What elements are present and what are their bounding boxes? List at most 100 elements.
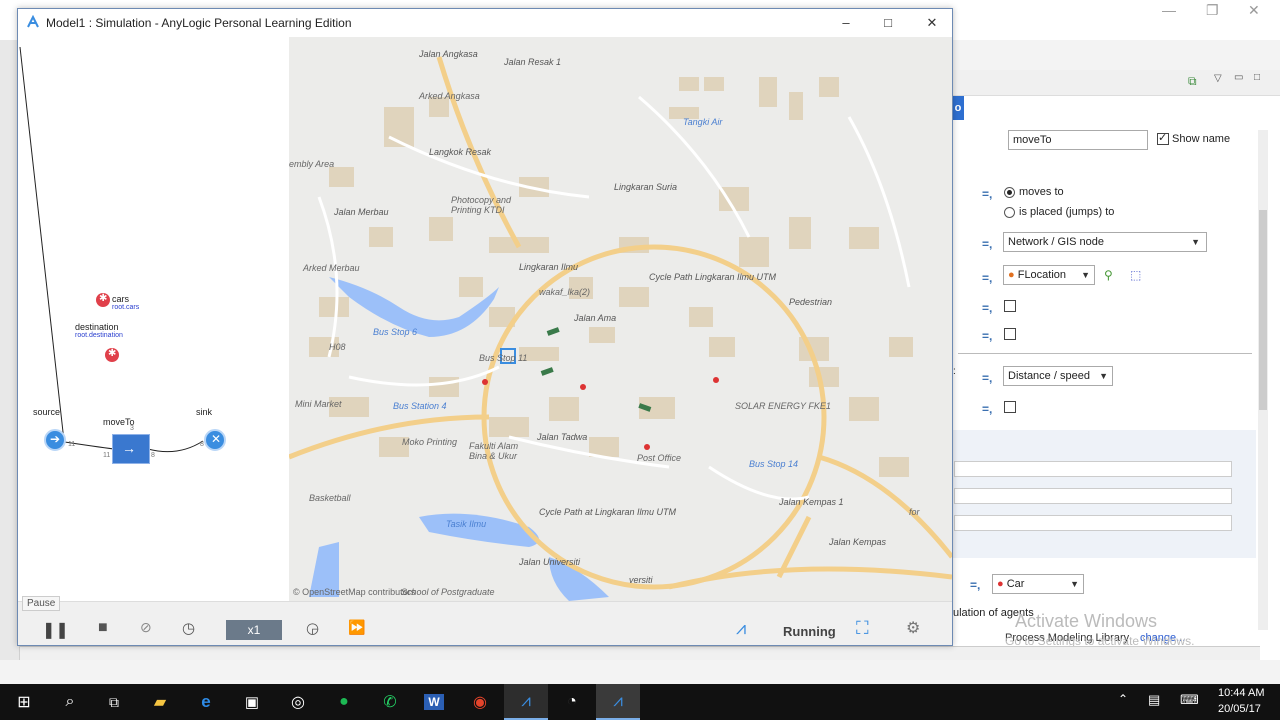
speed-up-icon[interactable]: ◶ — [306, 619, 319, 637]
anylogic-button[interactable]: ⩘ — [504, 684, 548, 720]
moveTo-top-count: 3 — [130, 425, 134, 432]
edge-icon: e — [201, 692, 211, 711]
text-field-1[interactable] — [954, 461, 1232, 477]
model-connectors — [19, 46, 204, 453]
ide-restore-button[interactable]: ❐ — [1206, 2, 1219, 19]
text-field-2[interactable] — [954, 488, 1232, 504]
anylogic-sim-button[interactable]: ⩘ — [596, 684, 640, 720]
slower-button[interactable]: ⊘ — [140, 619, 152, 636]
destination-agent-icon[interactable]: ✱ — [105, 348, 119, 362]
ide-minimize-button[interactable]: — — [1162, 2, 1176, 18]
spotify-button[interactable]: ● — [322, 684, 366, 720]
anylogic-logo-icon — [27, 15, 39, 28]
destination-label: destination — [75, 322, 119, 332]
static-param-icon[interactable]: =, — [982, 329, 992, 343]
source-block[interactable]: ➔ — [44, 429, 66, 451]
placed-radio[interactable] — [1004, 207, 1015, 218]
speed-down-icon[interactable]: ◷ — [182, 619, 195, 637]
task-view-icon: ⧉ — [109, 693, 119, 710]
text-field-3[interactable] — [954, 515, 1232, 531]
map-label: Bus Stop 11 — [479, 353, 528, 363]
maximize-view-icon[interactable]: □ — [1254, 72, 1260, 83]
app-button[interactable]: ◎ — [276, 684, 320, 720]
activate-windows-title: Activate Windows — [1015, 611, 1158, 631]
map-label: Mini Market — [295, 399, 342, 409]
virtual-time-button[interactable]: ⏩ — [348, 619, 365, 636]
map-label: Arked Angkasa — [419, 91, 480, 101]
edge-button[interactable]: e — [184, 684, 228, 720]
moves-to-radio[interactable] — [1004, 187, 1015, 198]
ide-close-button[interactable]: ✕ — [1248, 2, 1260, 19]
properties-tab[interactable]: o — [952, 96, 964, 120]
task-view-button[interactable]: ⧉ — [92, 684, 136, 720]
map-label: versiti — [629, 575, 653, 585]
map-label: Jalan Resak 1 — [504, 57, 562, 67]
close-button[interactable]: ✕ — [918, 13, 946, 33]
taskbar-time[interactable]: 10:44 AM — [1218, 687, 1264, 699]
keyboard-icon[interactable]: ⌨ — [1180, 692, 1199, 708]
destination-type-dropdown[interactable]: Network / GIS node ▼ — [1003, 232, 1207, 252]
static-param-icon[interactable]: =, — [982, 237, 992, 251]
pause-button[interactable]: ❚❚ — [42, 620, 69, 640]
option-checkbox-3[interactable] — [1004, 401, 1016, 413]
sink-block[interactable]: ✕ — [204, 429, 226, 451]
static-param-icon[interactable]: =, — [982, 187, 992, 201]
properties-scrollbar[interactable] — [1258, 130, 1268, 630]
agent-type-dropdown[interactable]: ● Car ▼ — [992, 574, 1084, 594]
map-label: Moko Printing — [402, 437, 458, 447]
option-checkbox-2[interactable] — [1004, 328, 1016, 340]
moveTo-block[interactable]: → — [112, 434, 150, 464]
chevron-down-icon: ▼ — [1099, 371, 1108, 381]
model-canvas[interactable]: ✱ cars root.cars destination root.destin… — [18, 37, 289, 601]
store-button[interactable]: ▣ — [230, 684, 274, 720]
name-input[interactable]: moveTo — [1008, 130, 1148, 150]
map-label: Jalan Universiti — [519, 557, 581, 567]
simulation-title: Model1 : Simulation - AnyLogic Personal … — [46, 16, 352, 30]
taskbar-date[interactable]: 20/05/17 — [1218, 703, 1261, 715]
notification-icon[interactable]: ▤ — [1148, 692, 1160, 708]
clock-app-button[interactable]: ◔ — [550, 684, 594, 720]
simulation-window: Model1 : Simulation - AnyLogic Personal … — [17, 8, 953, 646]
scrollbar-thumb[interactable] — [1259, 210, 1267, 410]
location-dropdown[interactable]: ● FLocation ▼ — [1003, 265, 1095, 285]
agent-glyph: ✱ — [99, 293, 108, 304]
select-node-icon[interactable]: ⚲ — [1104, 268, 1113, 282]
anylogic-icon: ⩘ — [521, 691, 531, 710]
option-checkbox-1[interactable] — [1004, 300, 1016, 312]
map-label: Langkok Resak — [429, 147, 492, 157]
show-name-checkbox[interactable]: ✓ — [1157, 132, 1169, 145]
search-icon: ⌕ — [65, 693, 75, 710]
view-menu-icon[interactable]: ▽ — [1214, 73, 1222, 84]
gis-map[interactable]: Jalan Angkasa Arked Angkasa Jalan Resak … — [289, 37, 952, 601]
tray-chevron-icon[interactable]: ⌃ — [1118, 692, 1128, 706]
mode-dropdown[interactable]: Distance / speed ▼ — [1003, 366, 1113, 386]
maximize-button[interactable]: □ — [874, 13, 902, 33]
ide-bottom-scrollbar[interactable] — [20, 646, 1260, 660]
stop-button[interactable]: ■ — [98, 619, 108, 637]
section-divider — [958, 353, 1252, 354]
pick-area-icon[interactable]: ⬚ — [1130, 268, 1141, 282]
start-button[interactable]: ⊞ — [2, 684, 46, 720]
static-param-icon[interactable]: =, — [982, 371, 992, 385]
settings-gear-icon[interactable]: ⚙ — [906, 618, 920, 638]
fullscreen-icon[interactable]: ⛶ — [856, 618, 869, 639]
external-link-icon[interactable]: ⧉ — [1188, 74, 1197, 89]
static-param-icon[interactable]: =, — [982, 271, 992, 285]
minimize-button[interactable]: – — [832, 13, 860, 33]
anylogic-icon: ⩘ — [613, 691, 623, 710]
moveTo-out-count: 8 — [151, 452, 155, 459]
map-label: Lingkaran Suria — [614, 182, 678, 192]
static-param-icon[interactable]: =, — [982, 402, 992, 416]
source-arrow-icon: ➔ — [50, 432, 61, 446]
file-explorer-button[interactable]: ▰ — [138, 684, 182, 720]
word-button[interactable]: W — [412, 684, 456, 720]
cars-population-icon[interactable]: ✱ — [96, 293, 110, 307]
whatsapp-button[interactable]: ✆ — [368, 684, 412, 720]
sink-label: sink — [196, 407, 213, 417]
static-param-icon[interactable]: =, — [970, 578, 980, 592]
minimize-view-icon[interactable]: ▭ — [1234, 72, 1243, 83]
search-button[interactable]: ⌕ — [48, 684, 92, 720]
chrome-button[interactable]: ◉ — [458, 684, 502, 720]
static-param-icon[interactable]: =, — [982, 301, 992, 315]
map-label: Jalan Angkasa — [419, 49, 478, 59]
